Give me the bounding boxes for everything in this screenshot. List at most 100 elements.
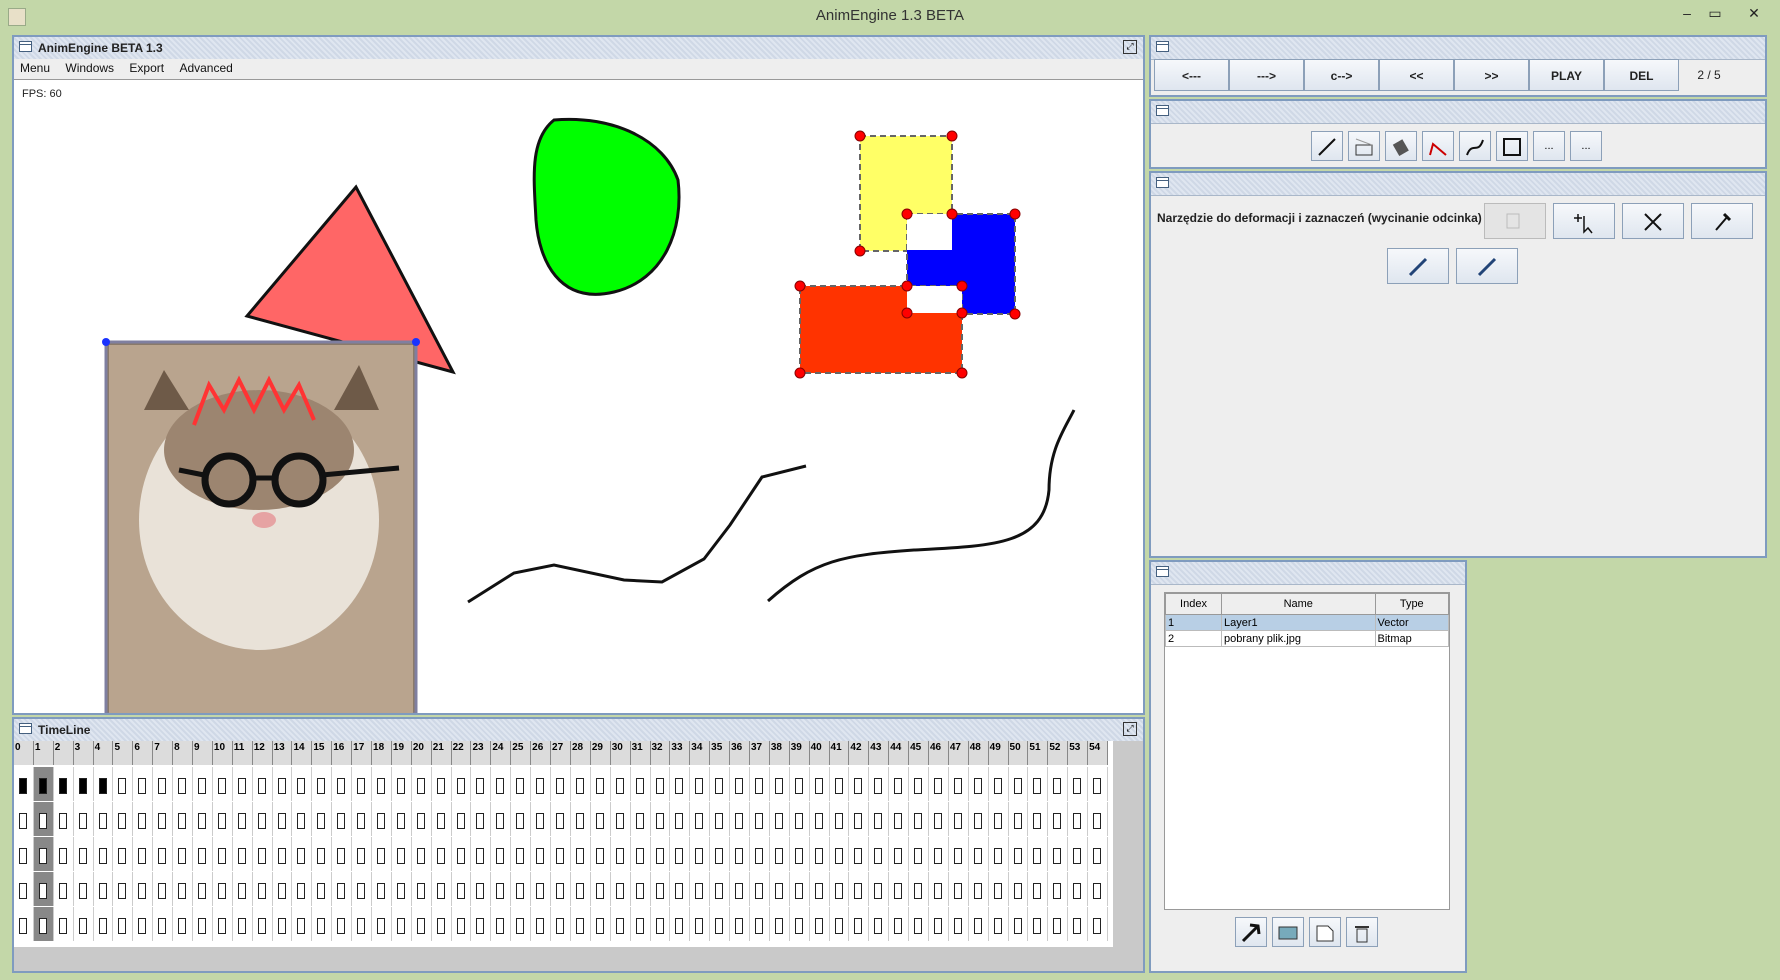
- timeline-cell[interactable]: [830, 767, 850, 801]
- timeline-cell[interactable]: [213, 802, 233, 836]
- timeline-cell[interactable]: [392, 907, 412, 941]
- timeline-cell[interactable]: [352, 872, 373, 906]
- timeline-cell[interactable]: [1048, 872, 1069, 906]
- timeline-cell[interactable]: [273, 767, 293, 801]
- timeline-cell[interactable]: [631, 872, 651, 906]
- timeline-cell[interactable]: [989, 767, 1009, 801]
- timeline-cell[interactable]: [14, 837, 34, 871]
- timeline-cell[interactable]: [332, 767, 353, 801]
- timeline-cell[interactable]: [631, 767, 651, 801]
- timeline-frame-number[interactable]: 14: [292, 741, 313, 765]
- timeline-cell[interactable]: [253, 872, 273, 906]
- timeline-cell[interactable]: [292, 767, 313, 801]
- timeline-cell[interactable]: [412, 872, 432, 906]
- drawing-canvas[interactable]: FPS: 60: [14, 79, 1143, 713]
- timeline-cell[interactable]: [611, 802, 631, 836]
- timeline-cell[interactable]: [332, 872, 353, 906]
- timeline-cell[interactable]: [1088, 837, 1108, 871]
- timeline-cell[interactable]: [54, 802, 74, 836]
- timeline-cell[interactable]: [432, 802, 452, 836]
- timeline-cell[interactable]: [849, 767, 870, 801]
- timeline-cell[interactable]: [113, 907, 134, 941]
- timeline-cell[interactable]: [651, 837, 671, 871]
- timeline-frame-number[interactable]: 9: [193, 741, 213, 765]
- timeline-cell[interactable]: [233, 907, 253, 941]
- timeline-cell[interactable]: [173, 907, 194, 941]
- timeline-cell[interactable]: [253, 907, 273, 941]
- timeline-cell[interactable]: [670, 907, 691, 941]
- timeline-cell[interactable]: [531, 907, 552, 941]
- timeline-cell[interactable]: [770, 872, 790, 906]
- timeline-frame-number[interactable]: 0: [14, 741, 34, 765]
- timeline-cell[interactable]: [690, 837, 711, 871]
- line-tool-icon[interactable]: [1311, 131, 1343, 161]
- timeline-cell[interactable]: [33, 907, 54, 941]
- timeline-cell[interactable]: [511, 802, 532, 836]
- timeline-cell[interactable]: [869, 907, 890, 941]
- timeline-frame-number[interactable]: 21: [431, 741, 452, 765]
- timeline-frame-number[interactable]: 50: [1008, 741, 1029, 765]
- timeline-cell[interactable]: [133, 872, 154, 906]
- timeline-cell[interactable]: [730, 767, 750, 801]
- timeline-cell[interactable]: [1028, 872, 1049, 906]
- timeline-cell[interactable]: [1028, 802, 1049, 836]
- timeline-cell[interactable]: [292, 837, 313, 871]
- timeline-cell[interactable]: [213, 837, 233, 871]
- timeline-cell[interactable]: [571, 907, 591, 941]
- timeline-frame-number[interactable]: 28: [570, 741, 591, 765]
- timeline-cell[interactable]: [969, 837, 989, 871]
- timeline-cell[interactable]: [253, 837, 273, 871]
- timeline-cell[interactable]: [392, 837, 412, 871]
- timeline-cell[interactable]: [74, 872, 94, 906]
- timeline-cell[interactable]: [989, 802, 1009, 836]
- timeline-cell[interactable]: [392, 872, 412, 906]
- timeline-frame-number[interactable]: 33: [670, 741, 691, 765]
- timeline-cell[interactable]: [153, 837, 174, 871]
- timeline-cell[interactable]: [94, 802, 114, 836]
- menu-windows[interactable]: Windows: [59, 59, 120, 77]
- timeline-cell[interactable]: [909, 802, 929, 836]
- timeline-frame-number[interactable]: 54: [1088, 741, 1108, 765]
- timeline-cell[interactable]: [33, 837, 54, 871]
- timeline-layer-row[interactable]: [14, 802, 1108, 836]
- timeline-cell[interactable]: [452, 767, 472, 801]
- timeline-cell[interactable]: [790, 802, 810, 836]
- timeline-cell[interactable]: [173, 837, 194, 871]
- timeline-cell[interactable]: [631, 907, 651, 941]
- timeline-cell[interactable]: [432, 837, 452, 871]
- timeline-cell[interactable]: [1088, 872, 1108, 906]
- timeline-cell[interactable]: [969, 872, 989, 906]
- timeline-cell[interactable]: [949, 802, 969, 836]
- timeline-cell[interactable]: [730, 837, 750, 871]
- timeline-cell[interactable]: [193, 907, 213, 941]
- timeline-cell[interactable]: [830, 872, 850, 906]
- timeline-cell[interactable]: [1009, 837, 1029, 871]
- timeline-cell[interactable]: [153, 907, 174, 941]
- timeline-cell[interactable]: [153, 802, 174, 836]
- timeline-cell[interactable]: [471, 837, 492, 871]
- timeline-cell[interactable]: [113, 767, 134, 801]
- timeline-frame-number[interactable]: 43: [869, 741, 890, 765]
- timeline-cell[interactable]: [312, 907, 333, 941]
- timeline-cell[interactable]: [372, 767, 392, 801]
- timeline-cell[interactable]: [551, 837, 571, 871]
- timeline-cell[interactable]: [412, 907, 432, 941]
- minimize-button[interactable]: –: [1672, 2, 1702, 24]
- timeline-cell[interactable]: [273, 907, 293, 941]
- timeline-cell[interactable]: [710, 907, 731, 941]
- timeline-cell[interactable]: [690, 907, 711, 941]
- timeline-cell[interactable]: [591, 907, 611, 941]
- timeline-cell[interactable]: [1048, 802, 1069, 836]
- timeline-cell[interactable]: [153, 872, 174, 906]
- timeline-cell[interactable]: [412, 767, 432, 801]
- timeline-cell[interactable]: [969, 802, 989, 836]
- timeline-frame-number[interactable]: 52: [1048, 741, 1069, 765]
- timeline-frame-number[interactable]: 16: [332, 741, 353, 765]
- timeline-cell[interactable]: [213, 767, 233, 801]
- timeline-cell[interactable]: [949, 907, 969, 941]
- timeline-cell[interactable]: [571, 802, 591, 836]
- timeline-cell[interactable]: [432, 767, 452, 801]
- timeline-frame-number[interactable]: 22: [451, 741, 472, 765]
- timeline-frame-number[interactable]: 10: [212, 741, 233, 765]
- maximize-icon[interactable]: ⤢: [1123, 722, 1137, 736]
